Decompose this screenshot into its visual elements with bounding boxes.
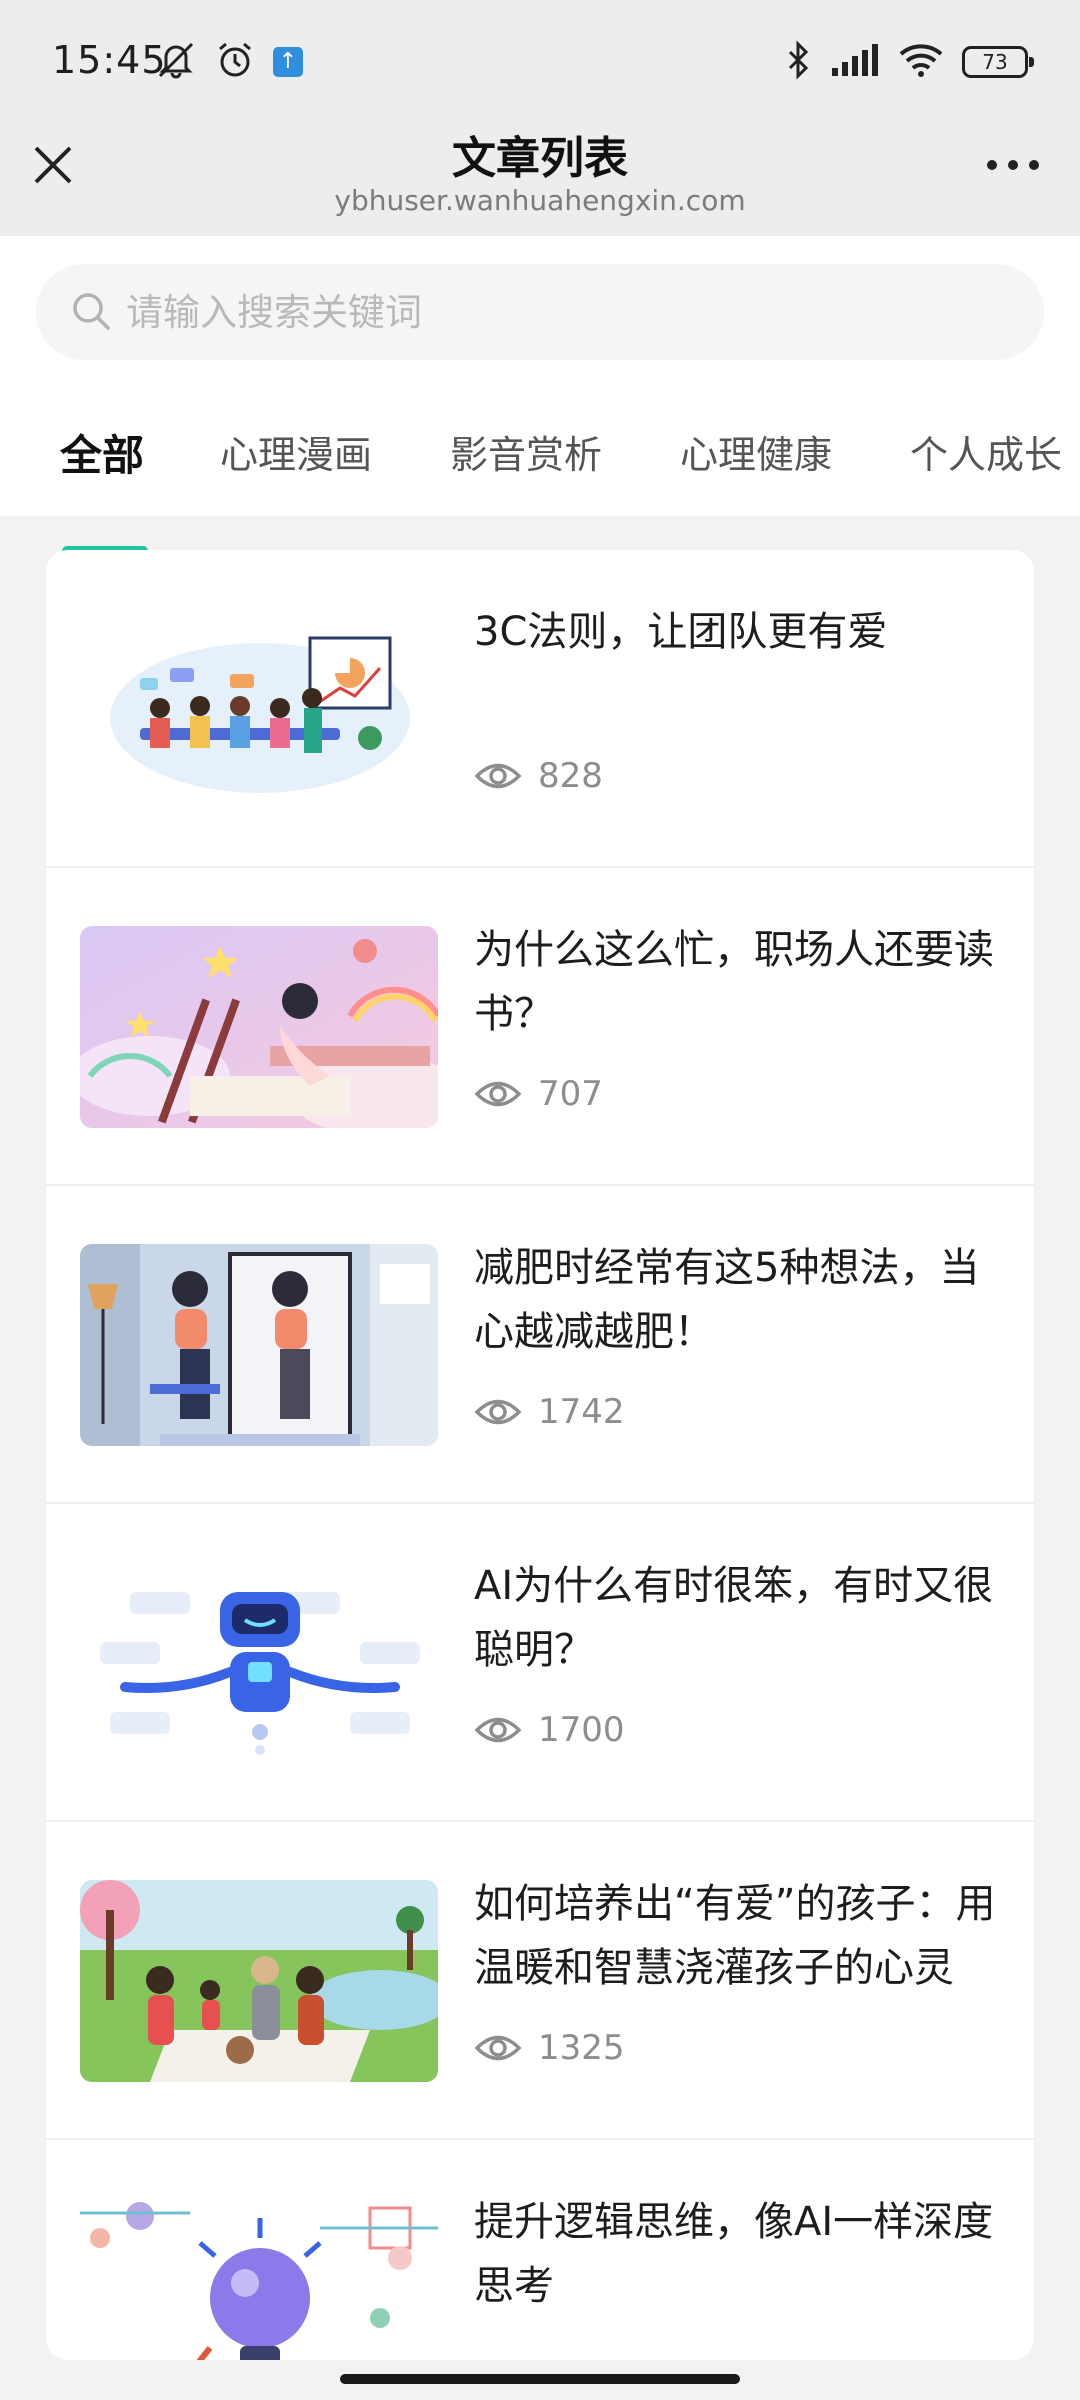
search-box[interactable] <box>36 264 1044 360</box>
more-button[interactable] <box>978 140 1048 190</box>
view-count: 1742 <box>538 1392 625 1432</box>
view-count-group: 828 <box>474 756 603 796</box>
home-indicator[interactable] <box>340 2374 740 2384</box>
more-icon <box>987 160 1039 170</box>
article-item[interactable]: 减肥时经常有这5种想法，当心越减越肥！ 1742 <box>46 1186 1034 1504</box>
tab-all[interactable]: 全部 <box>60 422 144 483</box>
status-bar: 15:45 ↑ 73 <box>0 0 1080 118</box>
robot-illustration <box>80 1562 438 1764</box>
view-count-group: 1700 <box>474 1710 625 1750</box>
article-item[interactable]: 如何培养出“有爱”的孩子：用温暖和智慧浇灌孩子的心灵 1325 <box>46 1822 1034 2140</box>
wifi-icon <box>898 42 944 82</box>
lightbulb-idea-illustration <box>80 2198 438 2360</box>
article-title: 减肥时经常有这5种想法，当心越减越肥！ <box>474 1245 980 1355</box>
search-input[interactable] <box>126 264 1006 360</box>
article-title: AI为什么有时很笨，有时又很聪明？ <box>474 1563 994 1673</box>
article-title: 为什么这么忙，职场人还要读书？ <box>474 927 994 1037</box>
view-count-group: 707 <box>474 1074 603 1114</box>
view-count: 828 <box>538 756 603 796</box>
woman-mirror-illustration <box>80 1244 438 1446</box>
page-title: 文章列表 <box>452 133 628 184</box>
tab-personal-growth[interactable]: 个人成长 <box>910 424 1062 479</box>
battery-icon: 73 <box>962 46 1034 78</box>
view-count: 1700 <box>538 1710 625 1750</box>
eye-icon <box>474 2035 522 2061</box>
article-title: 提升逻辑思维，像AI一样深度思考 <box>474 2199 994 2309</box>
article-item[interactable]: AI为什么有时很笨，有时又很聪明？ 1700 <box>46 1504 1034 1822</box>
search-icon <box>73 293 110 330</box>
title-bar: 文章列表 ybhuser.wanhuahengxin.com <box>0 118 1080 236</box>
eye-icon <box>474 763 522 789</box>
status-time: 15:45 <box>52 38 167 82</box>
upload-notification-icon: ↑ <box>273 47 303 77</box>
category-tabs: 全部 心理漫画 影音赏析 心理健康 个人成长 <box>0 416 1080 516</box>
view-count-group: 1742 <box>474 1392 625 1432</box>
article-item[interactable]: 3C法则，让团队更有爱 828 <box>46 550 1034 868</box>
article-title: 如何培养出“有爱”的孩子：用温暖和智慧浇灌孩子的心灵 <box>474 1881 996 1991</box>
view-count: 707 <box>538 1074 603 1114</box>
search-and-tabs: 全部 心理漫画 影音赏析 心理健康 个人成长 <box>0 236 1080 556</box>
article-item[interactable]: 提升逻辑思维，像AI一样深度思考 <box>46 2140 1034 2360</box>
article-title: 3C法则，让团队更有爱 <box>474 609 888 655</box>
article-item[interactable]: 为什么这么忙，职场人还要读书？ 707 <box>46 868 1034 1186</box>
reading-girl-rainbow-illustration <box>80 926 438 1128</box>
view-count-group: 1325 <box>474 2028 625 2068</box>
alarm-icon <box>215 40 255 84</box>
signal-icon <box>830 42 880 82</box>
tab-psychology-comics[interactable]: 心理漫画 <box>220 424 372 479</box>
tab-mental-health[interactable]: 心理健康 <box>680 424 832 479</box>
tab-film-review[interactable]: 影音赏析 <box>450 424 602 479</box>
view-count: 1325 <box>538 2028 625 2068</box>
mute-icon <box>155 40 197 84</box>
family-picnic-illustration <box>80 1880 438 2082</box>
page-url: ybhuser.wanhuahengxin.com <box>334 184 746 217</box>
eye-icon <box>474 1399 522 1425</box>
bluetooth-icon <box>786 40 812 84</box>
team-presentation-illustration <box>80 608 438 810</box>
eye-icon <box>474 1717 522 1743</box>
article-list: 3C法则，让团队更有爱 828 为什么这么忙，职场人还要读书？ 707 减肥时经… <box>46 550 1034 2360</box>
eye-icon <box>474 1081 522 1107</box>
